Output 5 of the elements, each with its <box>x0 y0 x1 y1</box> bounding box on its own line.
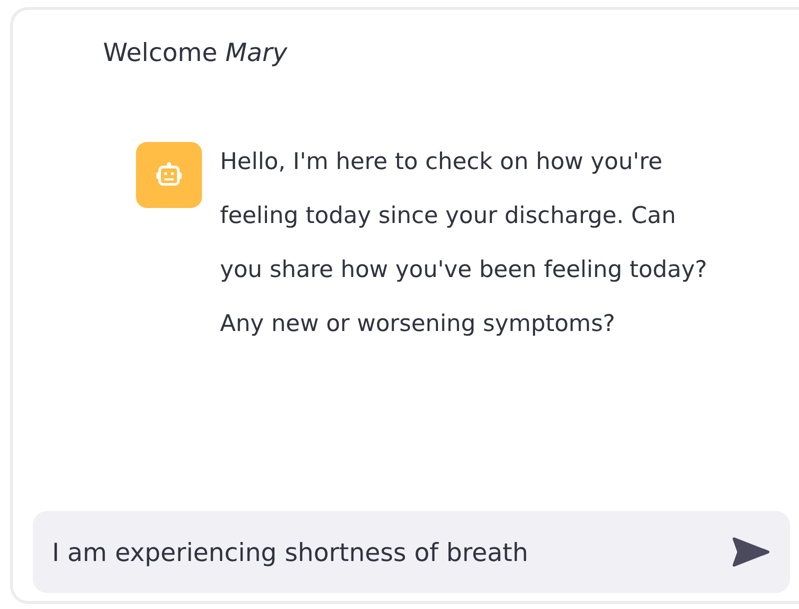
chat-message: Hello, I'm here to check on how you're feeling today since your discharge. Can you share how you've been feeling today? Any new or worsening symptoms? <box>220 148 708 339</box>
chat-input-field[interactable]: I am experiencing shortness of breath <box>33 511 790 593</box>
send-button[interactable] <box>732 536 770 568</box>
bot-avatar-icon <box>136 142 202 208</box>
welcome-heading: Welcome Mary <box>103 37 288 69</box>
